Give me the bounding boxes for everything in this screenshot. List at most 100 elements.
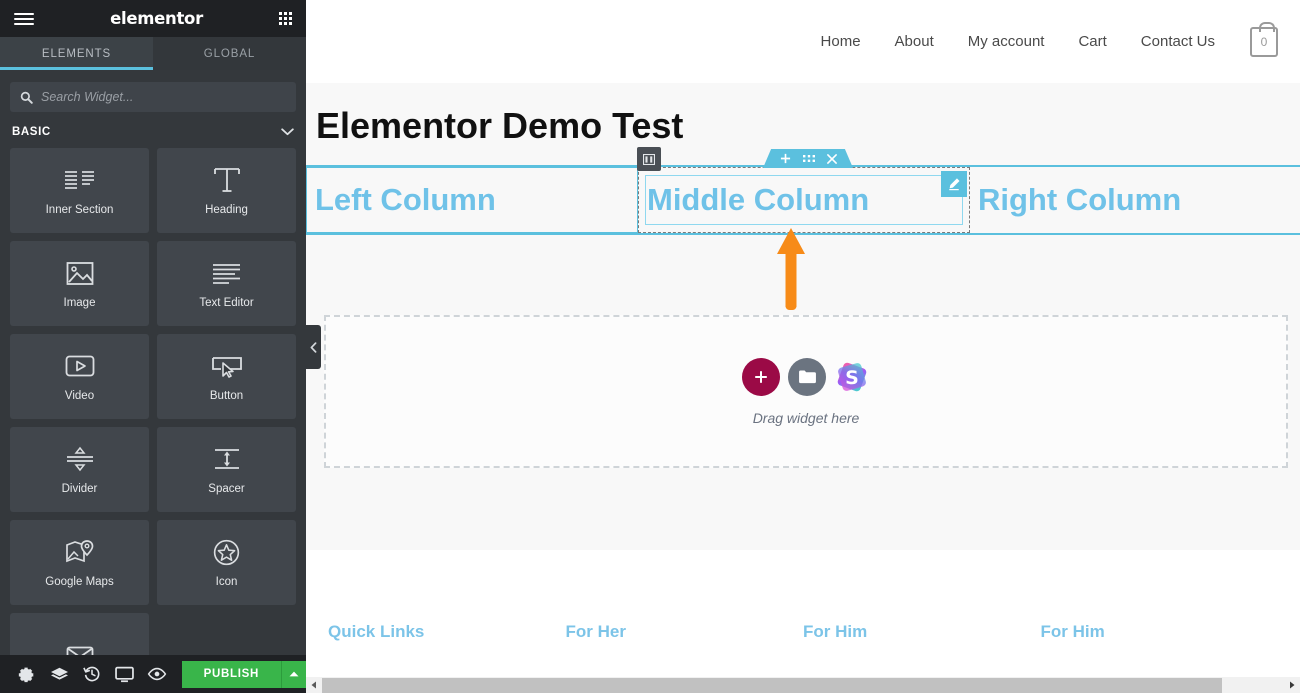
annotation-arrow-up-icon bbox=[776, 228, 806, 315]
canvas-horizontal-scrollbar[interactable] bbox=[306, 677, 1300, 693]
dropzone-hint: Drag widget here bbox=[752, 409, 860, 426]
widget-dropzone[interactable]: S Drag widget here bbox=[324, 315, 1288, 468]
text-editor-icon bbox=[211, 258, 242, 288]
column-middle-heading[interactable]: Middle Column bbox=[639, 182, 869, 218]
publish-button[interactable]: PUBLISH bbox=[181, 660, 281, 688]
footer-columns: Quick Links For Her For Him For Him bbox=[306, 550, 1300, 642]
chevron-left-icon bbox=[310, 341, 317, 353]
widget-inner-section[interactable]: Inner Section bbox=[10, 148, 149, 233]
column-left[interactable]: Left Column bbox=[306, 167, 638, 233]
nav-link-contact-us[interactable]: Contact Us bbox=[1124, 33, 1232, 50]
section-toolbar bbox=[763, 149, 853, 168]
elementor-logo: elementor bbox=[110, 9, 203, 28]
widget-heading[interactable]: Heading bbox=[157, 148, 296, 233]
column-handle-icon[interactable] bbox=[637, 147, 661, 171]
footer-heading: Quick Links bbox=[328, 622, 425, 641]
column-middle[interactable]: Middle Column bbox=[638, 167, 970, 233]
widget-label: Inner Section bbox=[45, 204, 114, 216]
footer-column: Quick Links bbox=[328, 622, 566, 642]
panel-header: elementor bbox=[0, 0, 306, 37]
star-circle-icon bbox=[213, 537, 240, 567]
add-section-icon[interactable] bbox=[780, 153, 791, 164]
widget-label: Divider bbox=[61, 483, 98, 495]
navigator-layers-icon[interactable] bbox=[43, 655, 76, 693]
panel-footer-toolbar: PUBLISH bbox=[0, 655, 306, 693]
widget-partial-next[interactable] bbox=[10, 613, 149, 655]
widget-label: Icon bbox=[215, 576, 238, 588]
footer-column: For Him bbox=[1041, 622, 1279, 642]
widget-icon[interactable]: Icon bbox=[157, 520, 296, 605]
footer-heading: For Him bbox=[1040, 622, 1105, 641]
column-left-heading[interactable]: Left Column bbox=[307, 182, 496, 218]
panel-body: BASIC bbox=[0, 70, 306, 655]
widget-label: Video bbox=[64, 390, 95, 402]
publish-control-group: PUBLISH bbox=[181, 660, 306, 688]
nav-link-about[interactable]: About bbox=[878, 33, 951, 50]
nav-link-home[interactable]: Home bbox=[804, 33, 878, 50]
widget-label: Image bbox=[63, 297, 96, 309]
widget-image[interactable]: Image bbox=[10, 241, 149, 326]
widget-label: Heading bbox=[205, 204, 248, 216]
elementor-editor-window: elementor ELEMENTS GLOBAL BASIC bbox=[0, 0, 1300, 693]
inner-section-icon bbox=[64, 165, 95, 195]
scroll-left-arrow-icon[interactable] bbox=[306, 677, 322, 693]
video-play-icon bbox=[65, 351, 95, 381]
widget-spacer[interactable]: Spacer bbox=[157, 427, 296, 512]
widget-text-editor[interactable]: Text Editor bbox=[157, 241, 296, 326]
editor-section[interactable]: Left Column Middle Column Right Column bbox=[306, 147, 1300, 235]
svg-text:S: S bbox=[845, 367, 859, 389]
panel-collapse-handle[interactable] bbox=[306, 325, 321, 369]
hamburger-menu-icon[interactable] bbox=[14, 12, 34, 25]
add-widget-icon[interactable] bbox=[742, 357, 780, 396]
panel-tabs: ELEMENTS GLOBAL bbox=[0, 37, 306, 70]
widget-label: Spacer bbox=[208, 483, 245, 495]
widget-google-maps[interactable]: Google Maps bbox=[10, 520, 149, 605]
publish-options-caret-icon[interactable] bbox=[280, 660, 306, 688]
preview-canvas: Home About My account Cart Contact Us 0 … bbox=[306, 0, 1300, 693]
history-revisions-icon[interactable] bbox=[75, 655, 108, 693]
nav-link-cart[interactable]: Cart bbox=[1061, 33, 1123, 50]
footer-heading: For Him bbox=[803, 622, 868, 641]
widget-label: Text Editor bbox=[199, 297, 254, 309]
shopping-bag-icon[interactable]: 0 bbox=[1250, 21, 1278, 57]
tab-elements[interactable]: ELEMENTS bbox=[0, 37, 153, 70]
shortcode-s-logo-icon[interactable]: S bbox=[834, 359, 870, 395]
scroll-right-arrow-icon[interactable] bbox=[1284, 677, 1300, 693]
footer-heading: For Her bbox=[565, 622, 626, 641]
scrollbar-thumb[interactable] bbox=[322, 677, 1222, 693]
site-navigation: Home About My account Cart Contact Us 0 bbox=[306, 0, 1300, 83]
responsive-monitor-icon[interactable] bbox=[108, 655, 141, 693]
column-right-heading[interactable]: Right Column bbox=[970, 182, 1181, 218]
column-right[interactable]: Right Column bbox=[970, 167, 1300, 233]
settings-gear-icon[interactable] bbox=[10, 655, 43, 693]
footer-column: For Her bbox=[566, 622, 804, 642]
search-input[interactable] bbox=[41, 90, 286, 104]
edit-pencil-icon[interactable] bbox=[941, 171, 967, 197]
grid-apps-icon[interactable] bbox=[278, 12, 292, 25]
tab-global-label: GLOBAL bbox=[203, 47, 256, 60]
widget-label: Google Maps bbox=[45, 576, 114, 588]
chevron-down-icon bbox=[281, 128, 294, 136]
template-folder-icon[interactable] bbox=[788, 357, 826, 396]
widget-divider[interactable]: Divider bbox=[10, 427, 149, 512]
widget-button[interactable]: Button bbox=[157, 334, 296, 419]
category-basic-header[interactable]: BASIC bbox=[10, 112, 296, 148]
delete-section-icon[interactable] bbox=[826, 153, 837, 164]
category-basic-label: BASIC bbox=[12, 126, 51, 138]
footer-column: For Him bbox=[803, 622, 1041, 642]
tab-elements-label: ELEMENTS bbox=[41, 47, 112, 60]
search-widget-box[interactable] bbox=[10, 82, 296, 112]
search-icon bbox=[20, 91, 33, 104]
preview-eye-icon[interactable] bbox=[141, 655, 174, 693]
tab-global[interactable]: GLOBAL bbox=[153, 37, 306, 70]
heading-t-icon bbox=[213, 165, 241, 195]
divider-icon bbox=[65, 444, 95, 474]
drag-section-handle-icon[interactable] bbox=[802, 154, 815, 163]
cart-count: 0 bbox=[1260, 34, 1268, 49]
button-cursor-icon bbox=[211, 351, 243, 381]
spacer-icon bbox=[212, 444, 242, 474]
widget-video[interactable]: Video bbox=[10, 334, 149, 419]
dropzone-buttons: S bbox=[742, 357, 870, 396]
nav-link-my-account[interactable]: My account bbox=[951, 33, 1062, 50]
google-maps-pin-icon bbox=[65, 537, 94, 567]
